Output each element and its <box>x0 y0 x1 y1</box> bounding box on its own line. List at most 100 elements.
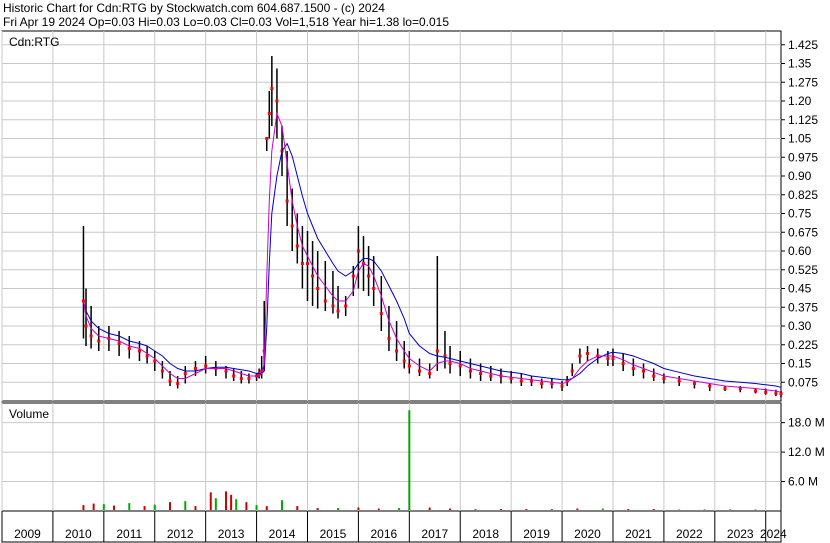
volume-bar <box>428 507 431 510</box>
price-close-dot <box>448 362 452 365</box>
price-tick-label: 0.525 <box>788 263 818 277</box>
price-close-dot <box>127 347 131 350</box>
price-tick-label: 1.125 <box>788 113 818 127</box>
volume-tick-label: 12.0 M <box>788 445 825 459</box>
volume-bar <box>92 503 95 510</box>
price-tick-label: 1.35 <box>788 57 812 71</box>
volume-bar <box>408 410 411 510</box>
price-close-dot <box>723 387 727 390</box>
price-close-dot <box>232 374 236 378</box>
volume-bar <box>576 508 579 510</box>
volume-bar <box>316 508 319 510</box>
stock-chart: 1.425 1.35 1.275 1.20 1.125 1.05 0.975 0.90 0.82… <box>1 30 825 543</box>
price-close-dot <box>489 374 493 378</box>
price-close-dot <box>117 342 121 345</box>
price-close-dot <box>774 392 778 395</box>
price-close-dot <box>331 304 335 308</box>
price-close-dot <box>168 379 172 383</box>
price-close-dot <box>540 382 544 385</box>
year-label: 2010 <box>65 527 92 541</box>
volume-bar <box>128 503 131 510</box>
volume-bar <box>601 508 604 510</box>
price-close-dot <box>367 274 371 278</box>
price-close-dot <box>336 309 340 313</box>
volume-bar <box>627 509 630 510</box>
price-tick-label: 0.675 <box>788 225 818 239</box>
price-tick-label: 1.05 <box>788 132 812 146</box>
price-close-dot <box>642 369 646 373</box>
price-close-dot <box>316 287 320 290</box>
volume-bar <box>296 506 299 510</box>
price-close-dot <box>160 369 164 373</box>
price-close-dot <box>379 312 383 315</box>
price-close-dot <box>560 384 564 388</box>
price-close-dot <box>662 377 666 380</box>
volume-y-axis: 18.0 M 12.0 M 6.0 M <box>781 416 825 489</box>
price-close-dot <box>97 339 101 343</box>
price-tick-label: 0.075 <box>788 375 818 389</box>
price-close-dot <box>754 389 758 393</box>
price-tick-label: 0.375 <box>788 300 818 314</box>
price-tick-label: 1.20 <box>788 94 812 108</box>
year-label: 2014 <box>269 527 296 541</box>
price-close-dot <box>621 362 625 365</box>
price-close-dot <box>418 369 422 373</box>
price-tick-label: 0.975 <box>788 150 818 164</box>
price-close-dot <box>586 352 590 355</box>
price-tick-label: 0.225 <box>788 338 818 352</box>
price-tick-label: 0.90 <box>788 169 812 183</box>
volume-bar <box>225 491 228 510</box>
price-close-dot <box>708 384 712 388</box>
volume-bar <box>214 498 217 510</box>
year-label: 2011 <box>116 527 142 541</box>
price-tick-label: 0.45 <box>788 282 812 296</box>
year-label: 2016 <box>371 527 398 541</box>
volume-bar <box>230 494 233 510</box>
volume-bar <box>245 502 248 510</box>
price-y-axis: 1.425 1.35 1.275 1.20 1.125 1.05 0.975 0.90 0.82… <box>781 38 818 389</box>
year-label: 2013 <box>218 527 245 541</box>
volume-bar <box>449 508 452 510</box>
price-close-dot <box>407 364 411 368</box>
price-close-dot <box>285 199 289 203</box>
volume-bar <box>209 492 212 510</box>
volume-bar <box>153 504 156 510</box>
price-close-dot <box>183 372 187 375</box>
price-tick-label: 0.75 <box>788 207 812 221</box>
volume-bar <box>265 506 268 510</box>
price-close-dot <box>323 299 327 303</box>
year-label: 2020 <box>574 527 601 541</box>
year-label: 2023 <box>727 527 754 541</box>
price-close-dot <box>402 359 406 363</box>
volume-bar <box>102 504 105 510</box>
price-panel-label: Cdn:RTG <box>9 35 59 49</box>
price-close-dot <box>764 390 768 394</box>
price-close-dot <box>295 244 299 248</box>
price-close-dot <box>311 274 315 278</box>
price-close-dot <box>344 304 348 308</box>
price-close-dot <box>176 382 180 385</box>
price-close-dot <box>265 137 269 140</box>
volume-bar <box>474 509 477 510</box>
price-close-dot <box>351 274 355 278</box>
price-tick-label: 0.30 <box>788 319 812 333</box>
price-close-dot <box>275 99 279 103</box>
volume-bar <box>194 506 197 510</box>
price-tick-label: 1.425 <box>788 38 818 52</box>
volume-bar <box>113 505 116 510</box>
price-close-dot <box>239 377 243 380</box>
volume-panel-label: Volume <box>9 407 49 421</box>
price-close-dot <box>267 112 271 115</box>
price-close-dot <box>145 354 149 358</box>
volume-bar <box>652 509 655 510</box>
volume-bar <box>398 508 401 510</box>
volume-bar <box>235 499 238 510</box>
price-close-dot <box>468 369 472 373</box>
price-close-dot <box>631 367 635 370</box>
year-label: 2024 <box>760 527 787 541</box>
year-label: 2018 <box>472 527 499 541</box>
volume-bar <box>82 505 85 510</box>
year-label: 2009 <box>14 527 41 541</box>
price-tick-label: 1.275 <box>788 75 818 89</box>
volume-bar <box>525 509 528 510</box>
